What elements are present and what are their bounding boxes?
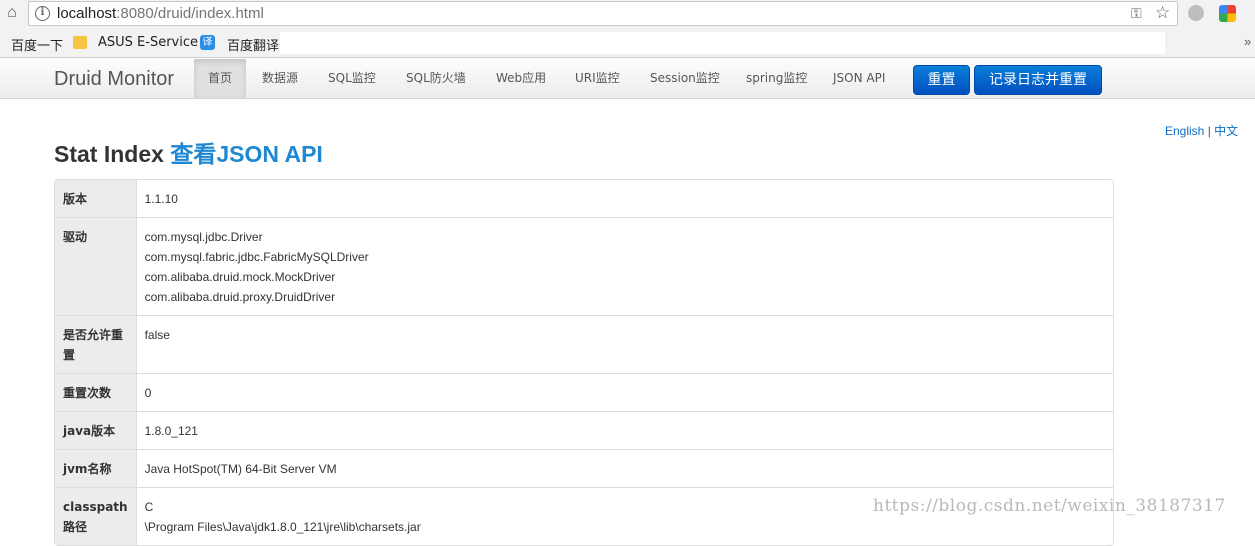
- translate-icon: 译: [200, 35, 215, 50]
- stat-value-line: com.mysql.fabric.jdbc.FabricMySQLDriver: [144, 250, 369, 264]
- log-and-reset-button[interactable]: 记录日志并重置: [974, 65, 1102, 95]
- table-row: 驱动 com.mysql.jdbc.Driver com.mysql.fabric.…: [55, 217, 1113, 315]
- extension-icon[interactable]: [1188, 5, 1204, 21]
- stat-value-line: 0: [144, 386, 152, 400]
- stat-value-line: \Program Files\Java\jdk1.8.0_121\jre\lib…: [144, 520, 421, 534]
- stat-key: classpath路径: [55, 487, 137, 545]
- url-host: localhost: [57, 5, 117, 22]
- bookmark-baidu[interactable]: 百度一下: [11, 35, 63, 54]
- stat-value-line: false: [144, 328, 170, 342]
- table-row: 版本 1.1.10: [55, 180, 1113, 217]
- table-row: jvm名称 Java HotSpot(TM) 64-Bit Server VM: [55, 449, 1113, 487]
- stat-value: 1.8.0_121: [136, 411, 1113, 449]
- address-bar[interactable]: i localhost:8080/druid/index.html ⚿ ☆: [28, 1, 1178, 26]
- druid-navbar: Druid Monitor 首页 数据源 SQL监控 SQL防火墙 Web应用 …: [0, 59, 1255, 99]
- stat-value-line: com.mysql.jdbc.Driver: [144, 230, 263, 244]
- bookmarks-bar: 百度一下 ASUS E-Service 译 百度翻译 »: [0, 28, 1255, 58]
- json-api-link[interactable]: 查看JSON API: [170, 141, 323, 167]
- lang-english-link[interactable]: English: [1165, 124, 1204, 138]
- bookmark-baidu-fanyi[interactable]: 百度翻译: [227, 35, 279, 54]
- brand[interactable]: Druid Monitor: [54, 68, 174, 91]
- stat-table: 版本 1.1.10 驱动 com.mysql.jdbc.Driver com.mysql…: [54, 179, 1114, 546]
- nav-home[interactable]: 首页: [194, 59, 247, 98]
- nav-session-monitor[interactable]: Session监控: [636, 59, 734, 98]
- nav-datasource[interactable]: 数据源: [248, 59, 312, 98]
- stat-key: 驱动: [55, 217, 137, 315]
- stat-value: 1.1.10: [137, 180, 1113, 217]
- stat-value: Java HotSpot(TM) 64-Bit Server VM: [136, 449, 1113, 487]
- reset-button[interactable]: 重置: [913, 65, 970, 95]
- language-switch: English | 中文: [1165, 122, 1238, 139]
- stat-key: 版本: [55, 180, 137, 217]
- folder-icon: [73, 36, 87, 49]
- url-path: :8080/druid/index.html: [116, 5, 264, 22]
- key-icon[interactable]: ⚿: [1131, 5, 1142, 22]
- page-title: Stat Index 查看JSON API: [54, 135, 323, 169]
- bookmarks-more-icon[interactable]: »: [1244, 34, 1251, 49]
- stat-value-line: com.alibaba.druid.mock.MockDriver: [144, 270, 336, 284]
- info-icon[interactable]: i: [35, 6, 50, 21]
- stat-value: com.mysql.jdbc.Driver com.mysql.fabric.jd…: [136, 217, 1113, 315]
- home-icon[interactable]: ⌂: [2, 3, 22, 23]
- nav-json-api[interactable]: JSON API: [819, 59, 899, 98]
- bookmark-asus[interactable]: ASUS E-Service: [98, 35, 198, 50]
- stat-key: jvm名称: [55, 449, 137, 487]
- nav-spring-monitor[interactable]: spring监控: [732, 59, 821, 98]
- table-row: 是否允许重置 false: [55, 315, 1113, 373]
- stat-key: 是否允许重置: [55, 315, 137, 373]
- stat-value: 0: [136, 373, 1113, 411]
- lang-separator: |: [1207, 124, 1211, 138]
- star-icon[interactable]: ☆: [1155, 3, 1170, 23]
- page-title-text: Stat Index: [54, 141, 164, 167]
- stat-value-line: 1.8.0_121: [144, 424, 198, 438]
- nav-sql-monitor[interactable]: SQL监控: [314, 59, 390, 98]
- bookmarks-bar-spacer: [280, 32, 1165, 54]
- stat-value: false: [136, 315, 1113, 373]
- stat-value-line: com.alibaba.druid.proxy.DruidDriver: [144, 290, 336, 304]
- stat-value-line: 1.1.10: [144, 192, 178, 206]
- stat-key: java版本: [55, 411, 137, 449]
- stat-key: 重置次数: [55, 373, 137, 411]
- table-row: java版本 1.8.0_121: [55, 411, 1113, 449]
- nav-uri-monitor[interactable]: URI监控: [561, 59, 634, 98]
- watermark: https://blog.csdn.net/weixin_38187317: [873, 496, 1226, 516]
- browser-toolbar: ⌂ i localhost:8080/druid/index.html ⚿ ☆: [0, 0, 1255, 28]
- stat-value-line: Java HotSpot(TM) 64-Bit Server VM: [144, 462, 337, 476]
- lang-chinese-link[interactable]: 中文: [1214, 124, 1238, 138]
- url-text[interactable]: localhost:8080/druid/index.html: [57, 5, 264, 22]
- extension-colorful-icon[interactable]: [1219, 5, 1236, 22]
- table-row: 重置次数 0: [55, 373, 1113, 411]
- nav-sql-firewall[interactable]: SQL防火墙: [392, 59, 480, 98]
- nav-web-app[interactable]: Web应用: [482, 59, 560, 98]
